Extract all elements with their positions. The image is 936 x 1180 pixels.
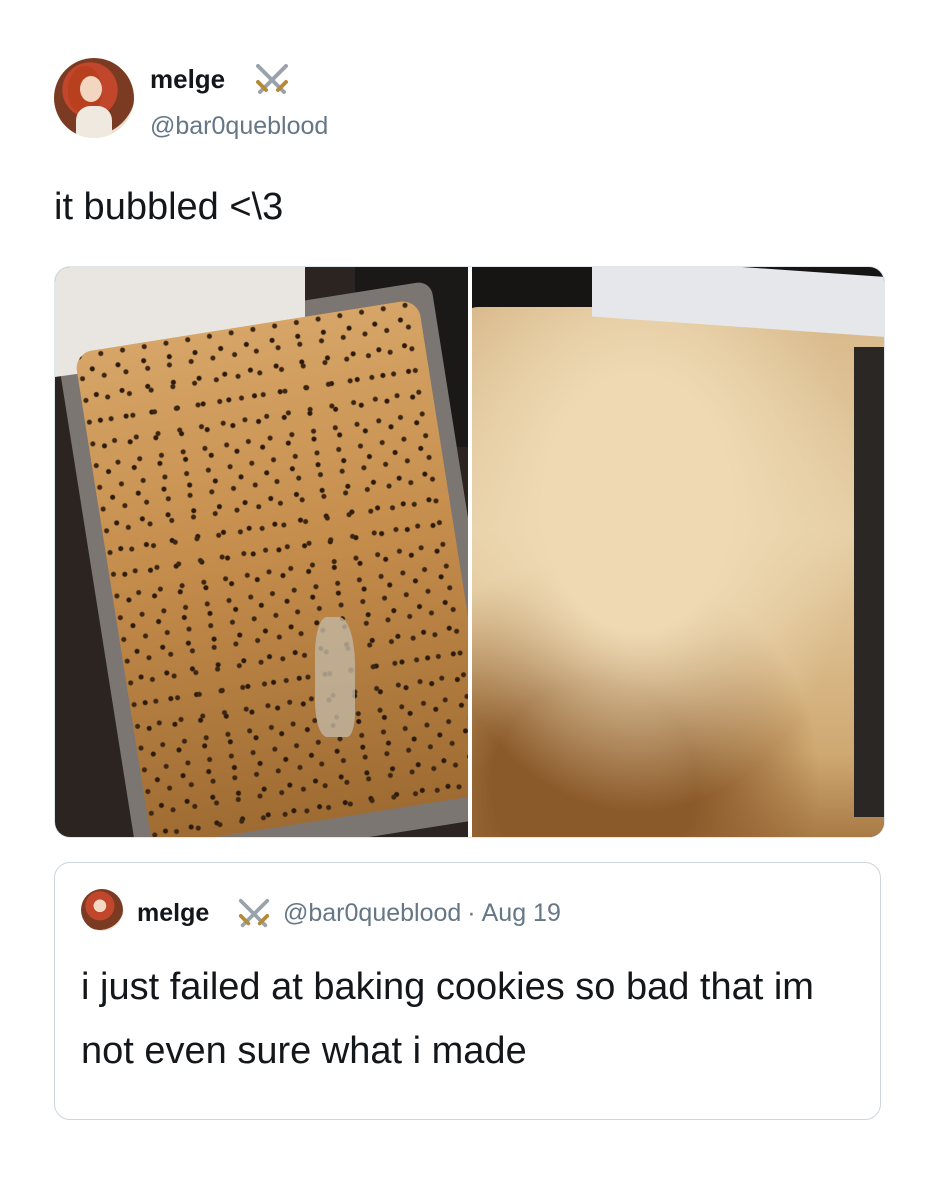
photo-cookie-tray-2[interactable] <box>471 267 884 837</box>
separator: · <box>467 899 476 927</box>
avatar-face <box>80 76 102 102</box>
quoted-tweet[interactable]: melge @bar0queblood · Aug 19 i just failed… <box>54 862 881 1120</box>
tweet-media-grid <box>54 266 885 838</box>
author-handle[interactable]: @bar0queblood <box>150 112 328 141</box>
quoted-author-meta: @bar0queblood · Aug 19 <box>283 899 561 928</box>
photo-cookie-tray-1[interactable] <box>55 267 468 837</box>
melted-spot <box>315 617 355 737</box>
author-name[interactable]: melge <box>150 64 225 95</box>
author-avatar[interactable] <box>54 58 134 138</box>
crossed-swords-icon <box>256 64 288 94</box>
quoted-tweet-date[interactable]: Aug 19 <box>482 899 561 927</box>
quoted-tweet-text: i just failed at baking cookies so bad t… <box>81 966 814 1072</box>
quoted-author-name[interactable]: melge <box>137 899 209 928</box>
crossed-swords-icon <box>238 898 270 928</box>
tray-edge <box>854 347 884 817</box>
quoted-author-avatar[interactable] <box>81 889 123 931</box>
quoted-author-handle[interactable]: @bar0queblood <box>283 899 461 927</box>
avatar-dress <box>76 106 112 138</box>
cookie-bake <box>471 307 884 837</box>
tweet-text: it bubbled <\3 <box>54 186 284 228</box>
